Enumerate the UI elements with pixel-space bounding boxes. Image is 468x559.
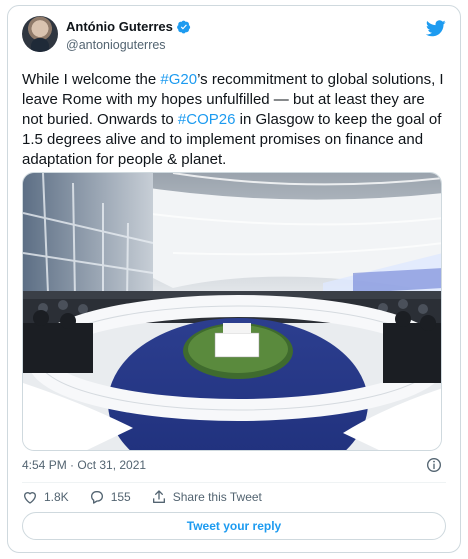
tweet-text-part1: While I welcome the [22, 71, 161, 88]
tweet-card: António Guterres @antonioguterres While … [7, 5, 461, 553]
tweet-text: While I welcome the #G20’s recommitment … [22, 70, 446, 170]
tweet-photo[interactable] [22, 172, 442, 451]
tweet-your-reply-button[interactable]: Tweet your reply [22, 512, 446, 540]
like-button[interactable]: 1.8K [22, 489, 69, 505]
reply-count-button[interactable]: 155 [89, 489, 131, 505]
verified-badge-icon [177, 20, 191, 33]
share-icon [152, 490, 165, 503]
reply-icon [90, 491, 103, 504]
hashtag-g20[interactable]: #G20 [160, 71, 197, 88]
twitter-bird-icon[interactable] [426, 20, 446, 37]
author-name-row[interactable]: António Guterres [66, 19, 191, 34]
info-icon[interactable] [426, 457, 442, 473]
tweet-header: António Guterres @antonioguterres [22, 16, 446, 60]
share-label: Share this Tweet [172, 490, 262, 504]
heart-icon [24, 492, 36, 504]
author-handle[interactable]: @antonioguterres [66, 38, 166, 52]
like-count: 1.8K [44, 490, 69, 504]
author-name[interactable]: António Guterres [66, 19, 173, 34]
timestamp[interactable]: 4:54 PM · Oct 31, 2021 [22, 458, 146, 472]
g20-summit-photo [23, 173, 441, 450]
divider [22, 482, 446, 483]
share-button[interactable]: Share this Tweet [151, 489, 262, 505]
avatar[interactable] [22, 16, 58, 52]
reply-count: 155 [110, 490, 131, 504]
tweet-actions: 1.8K 155 Share this Tweet [22, 487, 282, 507]
hashtag-cop26[interactable]: #COP26 [178, 111, 236, 128]
